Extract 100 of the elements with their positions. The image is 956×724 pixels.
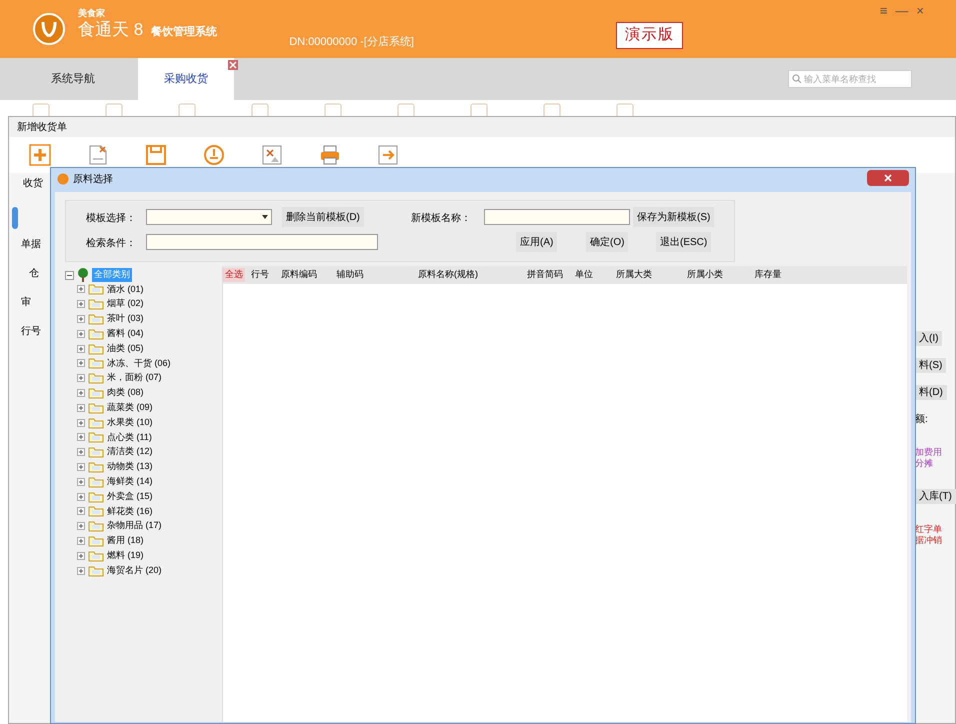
delete-template-button[interactable]: 删除当前模板(D) (282, 207, 364, 227)
folder-icon (88, 312, 104, 325)
collapse-icon[interactable] (65, 270, 74, 280)
brand-name: 美食家 (78, 8, 106, 20)
column-header: 库存量 (754, 268, 782, 282)
side-button[interactable]: 料(D) (915, 385, 947, 400)
field-label: 仓 (28, 267, 40, 281)
folder-icon (88, 386, 104, 399)
tree-item[interactable]: 点心类 (11) (107, 430, 152, 444)
select-all-button[interactable]: 全选 (223, 268, 245, 282)
expand-icon[interactable] (77, 404, 85, 412)
folder-icon (88, 446, 104, 458)
expand-icon[interactable] (77, 492, 85, 501)
expand-icon[interactable] (77, 462, 85, 471)
tree-item[interactable]: 油类 (05) (107, 342, 144, 356)
tree-item[interactable]: 茶叶 (03) (107, 312, 144, 326)
field-label: 审 (21, 296, 32, 310)
tree-item[interactable]: 清洁类 (12) (107, 445, 153, 459)
tree-item[interactable]: 酒水 (01) (107, 282, 144, 296)
expand-icon[interactable] (77, 359, 85, 368)
template-name-field[interactable] (484, 209, 630, 225)
folder-icon (88, 402, 104, 414)
folder-icon (88, 342, 104, 355)
tab[interactable]: 系统导航 (8, 58, 138, 100)
tree-item[interactable]: 外卖盒 (15) (107, 490, 153, 504)
column-header: 辅助码 (336, 268, 364, 282)
tree-item[interactable]: 水果类 (10) (107, 416, 153, 430)
image-delete-icon[interactable] (261, 144, 283, 166)
scroll-thumb[interactable] (12, 207, 18, 229)
expand-icon[interactable] (77, 344, 85, 353)
folder-icon (88, 298, 104, 310)
column-header: 原料名称(规格) (417, 268, 479, 282)
field-label: 新模板名称： (411, 212, 471, 226)
folder-icon (88, 372, 104, 384)
expand-icon[interactable] (77, 433, 85, 442)
tree-item[interactable]: 肉类 (08) (107, 386, 144, 400)
close-button[interactable] (867, 170, 909, 186)
printer-icon[interactable] (319, 144, 341, 166)
expand-icon[interactable] (77, 418, 85, 427)
expand-icon[interactable] (77, 314, 85, 323)
column-header: 拼音简码 (526, 268, 564, 282)
expand-icon[interactable] (77, 478, 85, 486)
tree-item[interactable]: 烟草 (02) (107, 297, 144, 311)
folder-icon (88, 416, 104, 429)
field-label: 额: (915, 412, 928, 427)
field-label: 单据 (21, 238, 42, 252)
expand-icon[interactable] (77, 552, 85, 560)
filter-field[interactable] (146, 234, 378, 250)
expand-icon[interactable] (77, 374, 85, 382)
folder-icon (88, 357, 104, 370)
expand-icon[interactable] (77, 300, 85, 308)
apply-button[interactable]: 应用(A) (516, 232, 558, 252)
tree-item[interactable]: 燃料 (19) (107, 548, 144, 562)
document-delete-icon[interactable] (87, 144, 109, 166)
folder-icon (88, 505, 104, 518)
tree-item[interactable]: 冰冻、干货 (06) (107, 356, 171, 370)
search-field[interactable]: 输入菜单名称查找 (788, 70, 912, 88)
folder-icon (88, 564, 104, 577)
expand-icon[interactable] (77, 448, 85, 456)
exit-icon[interactable] (377, 144, 399, 166)
expand-icon[interactable] (77, 522, 85, 530)
tree-item[interactable]: 动物类 (13) (107, 460, 153, 474)
expand-icon[interactable] (77, 388, 85, 397)
window-title: 新增收货单 (17, 120, 67, 134)
field-label: 模板选择： (86, 212, 136, 226)
column-header: 所属大类 (615, 268, 653, 282)
folder-icon (88, 550, 104, 562)
tree-item[interactable]: 蔬菜类 (09) (107, 401, 153, 415)
exit-button[interactable]: 退出(ESC) (656, 232, 712, 252)
side-button[interactable]: 入库(T) (915, 489, 956, 504)
column-header: 单位 (574, 268, 594, 282)
tree-item[interactable]: 海贸名片 (20) (107, 564, 162, 578)
tree-item[interactable]: 酱料 (04) (107, 327, 144, 341)
tree-item[interactable]: 鲜花类 (16) (107, 504, 153, 518)
side-button[interactable]: 入(I) (915, 331, 942, 346)
field-label: 检索条件： (86, 236, 136, 251)
product-name: 食通天 8 (78, 19, 144, 40)
folder-icon (88, 490, 104, 503)
section-label: 收货 (23, 178, 43, 189)
save-template-button[interactable]: 保存为新模板(S) (633, 207, 714, 227)
edition-badge: 演示版 (616, 22, 684, 48)
folder-icon (88, 534, 104, 547)
expand-icon[interactable] (77, 285, 85, 294)
side-button[interactable]: 料(S) (915, 358, 946, 373)
app-icon (57, 173, 69, 185)
device-number: DN:00000000 -[分店系统] (289, 34, 414, 50)
tree-item[interactable]: 海鲜类 (14) (107, 475, 153, 488)
tree-item[interactable]: 酱用 (18) (107, 534, 144, 548)
expand-icon[interactable] (77, 536, 85, 545)
column-header: 所属小类 (686, 268, 724, 282)
folder-icon (88, 520, 104, 532)
expand-icon[interactable] (77, 330, 85, 338)
tree-item[interactable]: 杂物用品 (17) (107, 519, 162, 533)
field-label: 行号 (21, 325, 42, 339)
note-text: 加费用分摊 (915, 447, 943, 469)
tab-close-icon[interactable] (228, 60, 238, 70)
confirm-button[interactable]: 确定(O) (586, 232, 628, 252)
expand-icon[interactable] (77, 507, 85, 516)
expand-icon[interactable] (77, 566, 85, 575)
tree-item[interactable]: 米，面粉 (07) (107, 371, 162, 385)
